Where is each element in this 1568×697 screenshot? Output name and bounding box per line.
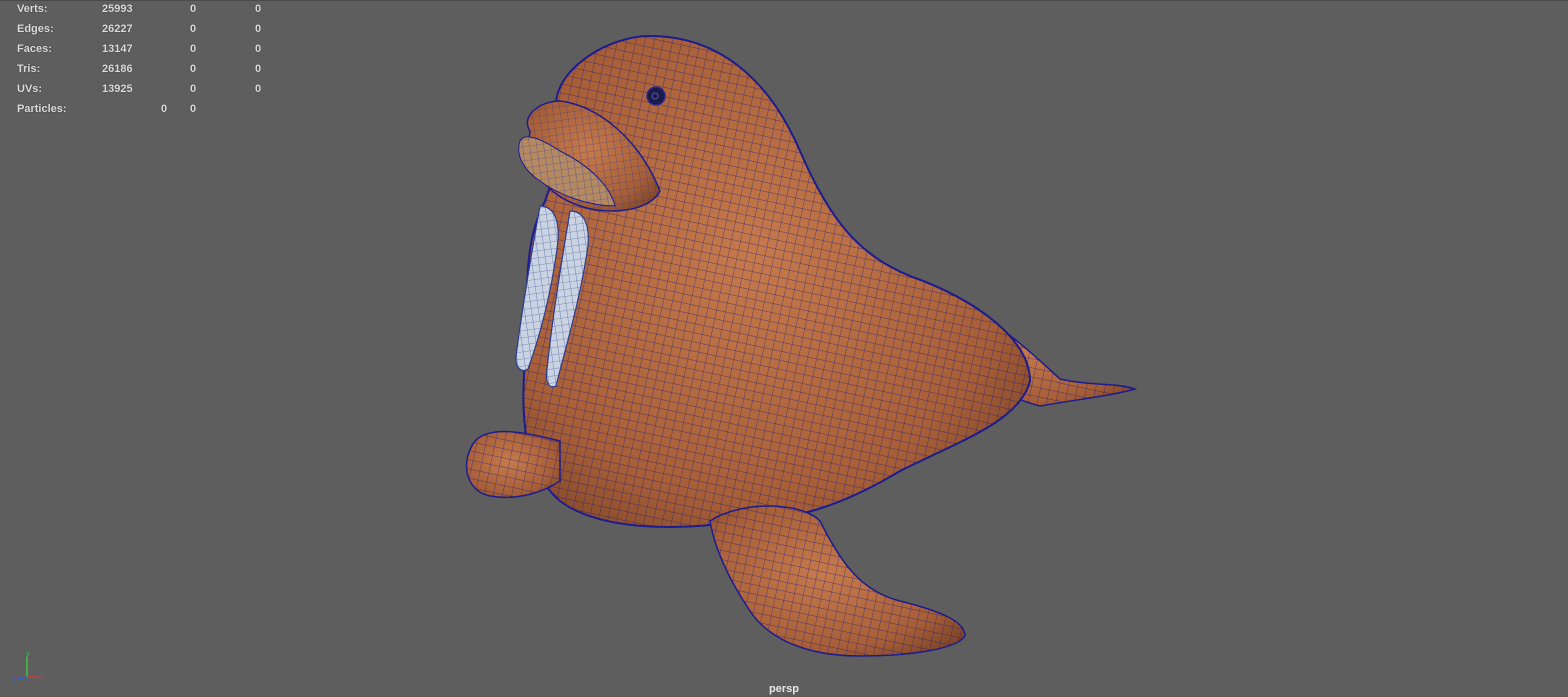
hud-value: 0	[255, 83, 262, 95]
axis-gizmo-icon: y x z	[12, 651, 43, 684]
hud-value: 0	[190, 103, 197, 115]
hud-value: 26186	[102, 63, 133, 75]
hud-value: 0	[255, 3, 262, 15]
axis-y-label: y	[26, 651, 30, 658]
hud-value: 13147	[102, 43, 133, 55]
hud-row-faces: Faces: 13147 0 0	[17, 43, 277, 63]
hud-row-particles: Particles: 0 0	[17, 103, 277, 123]
hud-value: 0	[255, 23, 262, 35]
hud-value: 0	[190, 43, 197, 55]
hud-row-tris: Tris: 26186 0 0	[17, 63, 277, 83]
hud-value: 0	[255, 43, 262, 55]
hud-value: 13925	[102, 83, 133, 95]
hud-row-uvs: UVs: 13925 0 0	[17, 83, 277, 103]
hud-row-verts: Verts: 25993 0 0	[17, 3, 277, 23]
axis-x-label: x	[39, 675, 43, 682]
hud-value: 0	[190, 63, 197, 75]
axis-z-label: z	[12, 677, 16, 684]
hud-value: 26227	[102, 23, 133, 35]
hud-label: Verts:	[17, 3, 48, 15]
hud-value: 25993	[102, 3, 133, 15]
hud-label: Faces:	[17, 43, 52, 55]
hud-value: 0	[190, 83, 197, 95]
hud-value: 0	[190, 23, 197, 35]
hud-value: 0	[255, 63, 262, 75]
camera-name-label: persp	[769, 683, 799, 695]
viewport-persp[interactable]: Verts: 25993 0 0 Edges: 26227 0 0 Faces:…	[0, 0, 1568, 696]
hud-label: UVs:	[17, 83, 43, 95]
hud-label: Edges:	[17, 23, 54, 35]
hud-label: Tris:	[17, 63, 41, 75]
hud-value: 0	[190, 3, 197, 15]
heads-up-display: Verts: 25993 0 0 Edges: 26227 0 0 Faces:…	[17, 3, 277, 123]
hud-row-edges: Edges: 26227 0 0	[17, 23, 277, 43]
hud-value: 0	[161, 103, 168, 115]
hud-label: Particles:	[17, 103, 67, 115]
